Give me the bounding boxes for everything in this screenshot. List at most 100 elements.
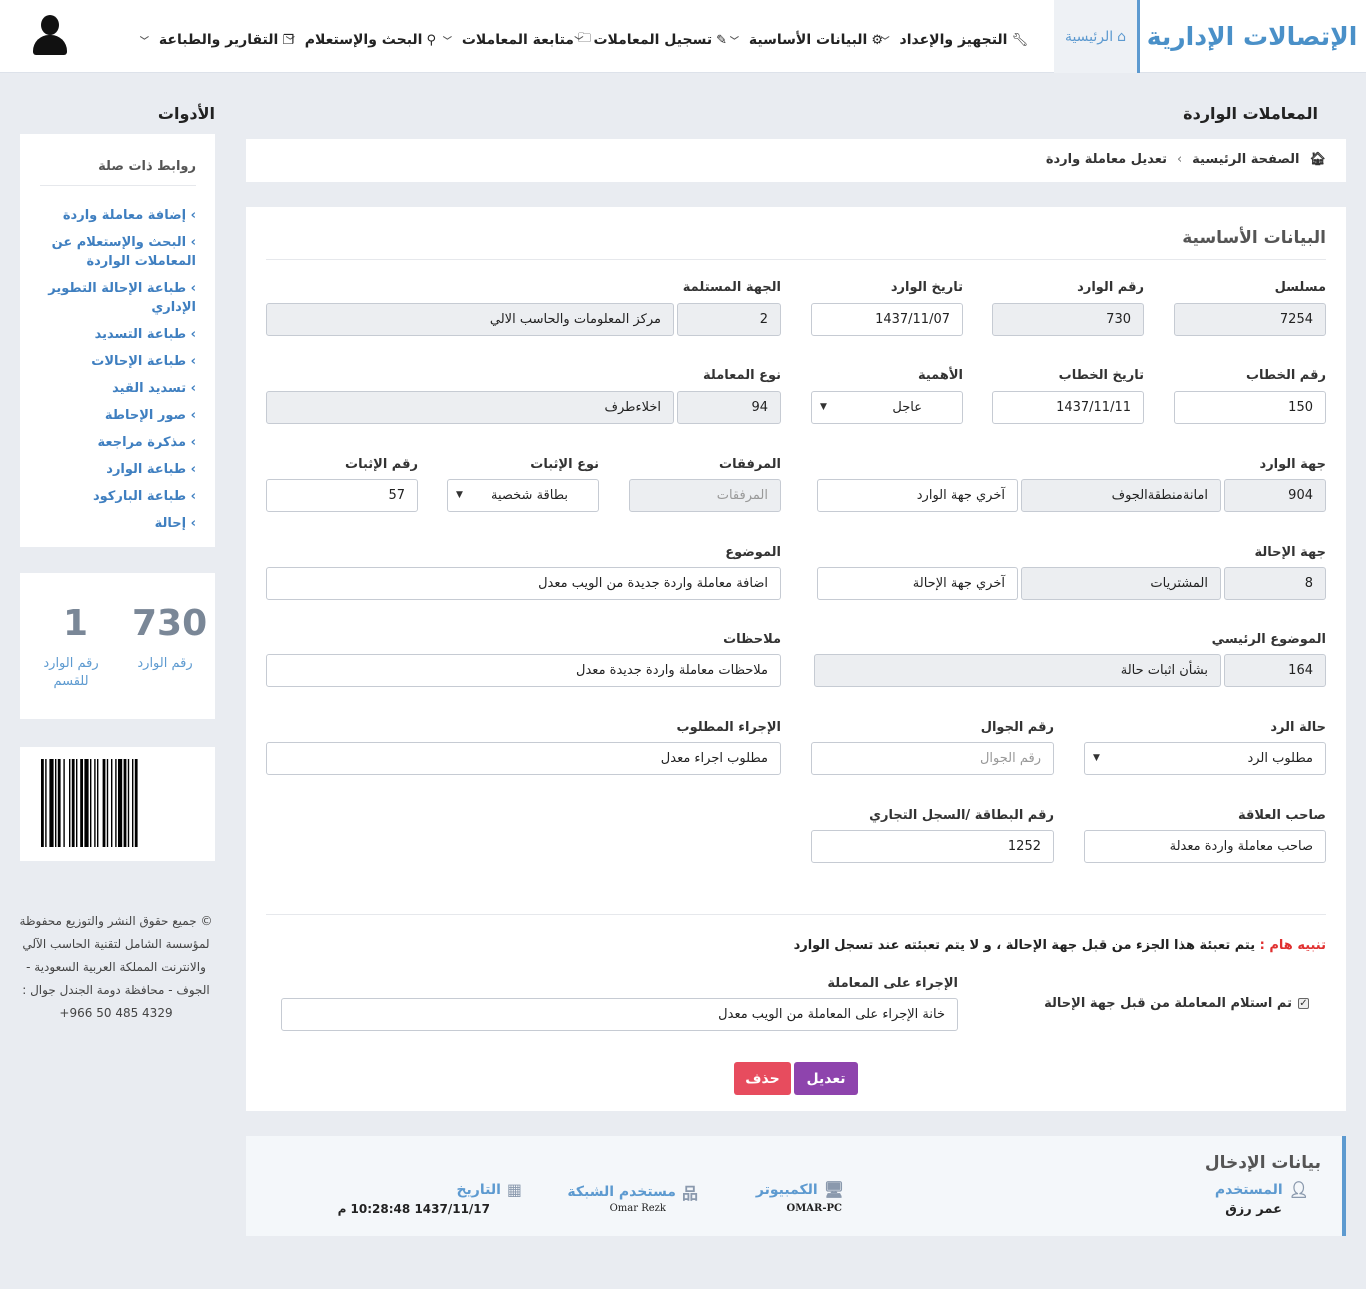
- entry-computer: 🖥︎ الكمبيوتر: [756, 1180, 844, 1199]
- sidebar-link-settle-entry[interactable]: › تسديد القيد: [36, 379, 196, 398]
- home-icon: 🏠︎: [1309, 152, 1326, 167]
- nav-reports[interactable]: ❐ التقارير والطباعة ﹀: [140, 30, 294, 50]
- nav-follow-up[interactable]: 🗀 متابعة المعاملات ﹀: [443, 30, 591, 50]
- proof-type-select[interactable]: بطاقة شخصية ▼: [447, 479, 599, 512]
- incoming-no-field[interactable]: 730: [992, 303, 1144, 336]
- breadcrumb: 🏠︎ الصفحة الرئيسية › تعديل معاملة واردة: [246, 139, 1346, 182]
- notes-field[interactable]: ملاحظات معاملة واردة جديدة معدل: [266, 654, 781, 687]
- incoming-party-code[interactable]: 904: [1224, 479, 1326, 512]
- edit-button[interactable]: تعديل: [794, 1062, 858, 1095]
- entry-network-value: Omar Rezk: [609, 1203, 666, 1214]
- main-subject-name[interactable]: بشأن اثبات حالة: [814, 654, 1221, 687]
- last-incoming-party-field[interactable]: آخري جهة الوارد: [817, 479, 1018, 512]
- sidebar-link-add-incoming[interactable]: › إضافة معاملة واردة: [36, 206, 196, 225]
- page-title: المعاملات الواردة: [1183, 104, 1318, 123]
- related-links-card: روابط ذات صلة › إضافة معاملة واردة › الب…: [20, 134, 215, 547]
- footer-copyright: © جميع حقوق النشر والتوزيع محفوظة لمؤسسة…: [19, 914, 213, 1020]
- stat-dept-number: 1: [63, 603, 89, 644]
- sidebar-link-referral[interactable]: › إحالة: [36, 514, 196, 533]
- sidebar-link-print-settlement[interactable]: › طباعة التسديد: [36, 325, 196, 344]
- sidebar-link-briefing-copies[interactable]: › صور الإحاطة: [36, 406, 196, 425]
- reply-status-select[interactable]: مطلوب الرد ▼: [1084, 742, 1326, 775]
- related-links-title: روابط ذات صلة: [98, 159, 196, 174]
- breadcrumb-current: تعديل معاملة واردة: [1045, 152, 1167, 167]
- chevron-down-icon: ﹀: [139, 36, 149, 47]
- main-subject-code[interactable]: 164: [1224, 654, 1326, 687]
- app-logo[interactable]: الإتصالات الإدارية: [1138, 0, 1366, 73]
- entry-user-value: عمر رزق: [1225, 1202, 1282, 1217]
- mobile-field[interactable]: رقم الجوال: [811, 742, 1054, 775]
- owner-label: صاحب العلاقة: [1237, 808, 1326, 823]
- subject-field[interactable]: اضافة معاملة واردة جديدة من الويب معدل: [266, 567, 781, 600]
- notes-label: ملاحظات: [723, 632, 781, 647]
- action-taken-label: الإجراء على المعاملة: [827, 976, 958, 991]
- letter-no-field[interactable]: 150: [1174, 391, 1326, 424]
- attachments-field[interactable]: المرفقات: [629, 479, 781, 512]
- referral-party-code[interactable]: 8: [1224, 567, 1326, 600]
- required-action-label: الإجراء المطلوب: [676, 720, 781, 735]
- notice-prefix: تنبيه هام :: [1259, 938, 1326, 953]
- nav-basic-data[interactable]: ⚙ البيانات الأساسية ﹀: [730, 30, 883, 50]
- proof-type-label: نوع الإثبات: [530, 457, 599, 472]
- serial-field[interactable]: 7254: [1174, 303, 1326, 336]
- nav-basic-data-label: البيانات الأساسية: [748, 32, 868, 48]
- entry-info-card: بيانات الإدخال 👤︎ المستخدم عمر رزق 🖥︎ ال…: [246, 1136, 1346, 1236]
- action-taken-field[interactable]: خانة الإجراء على المعاملة من الويب معدل: [281, 998, 958, 1031]
- wrench-icon: 🔧︎: [1011, 32, 1028, 48]
- mobile-label: رقم الجوال: [980, 720, 1054, 735]
- sidebar-link-print-referrals[interactable]: › طباعة الإحالات: [36, 352, 196, 371]
- nav-setup[interactable]: 🔧︎ التجهيز والإعداد ﹀: [881, 30, 1029, 50]
- section-title: البيانات الأساسية: [1182, 228, 1326, 248]
- stat-dept-label: رقم الوارد للقسم: [43, 656, 99, 689]
- delete-button[interactable]: حذف: [734, 1062, 791, 1095]
- letter-date-field[interactable]: 1437/11/11: [992, 391, 1144, 424]
- main-form-card: البيانات الأساسية مسلسل 7254 رقم الوارد …: [246, 207, 1346, 1111]
- owner-field[interactable]: صاحب معاملة واردة معدلة: [1084, 830, 1326, 863]
- user-icon: 👤︎: [1288, 1180, 1309, 1199]
- monitor-icon: 🖥︎: [823, 1180, 844, 1199]
- sidebar-link-print-referral-dev[interactable]: › طباعة الإحالة التطوير الإداري: [36, 279, 196, 317]
- receiving-party-name[interactable]: مركز المعلومات والحاسب الالي: [266, 303, 674, 336]
- id-no-field[interactable]: 1252: [811, 830, 1054, 863]
- proof-no-field[interactable]: 57: [266, 479, 418, 512]
- chevron-down-icon: ﹀: [729, 36, 739, 47]
- entry-user-label: المستخدم: [1214, 1181, 1283, 1198]
- subject-label: الموضوع: [725, 545, 781, 560]
- nav-home-label: الرئيسية: [1064, 28, 1114, 45]
- sidebar-link-review-memo[interactable]: › مذكرة مراجعة: [36, 433, 196, 452]
- sidebar-link-search-incoming[interactable]: › البحث والإستعلام عن المعاملات الواردة: [36, 233, 196, 271]
- caret-down-icon: ▼: [456, 490, 463, 500]
- entry-title: بيانات الإدخال: [1204, 1153, 1321, 1173]
- user-avatar-icon[interactable]: [32, 15, 68, 57]
- entry-network-label: مستخدم الشبكة: [567, 1184, 676, 1200]
- notice-body: يتم تعبئة هذا الجزء من قبل جهة الإحالة ،…: [793, 938, 1256, 953]
- nav-setup-label: التجهيز والإعداد: [899, 32, 1008, 48]
- incoming-party-name[interactable]: امانةمنطقةالجوف: [1021, 479, 1221, 512]
- required-action-field[interactable]: مطلوب اجراء معدل: [266, 742, 781, 775]
- nav-register[interactable]: ✎ تسجيل المعاملات ﹀: [574, 30, 727, 50]
- importance-select[interactable]: عاجل ▼: [811, 391, 963, 424]
- sidebar-link-print-incoming[interactable]: › طباعة الوارد: [36, 460, 196, 479]
- attachments-label: المرفقات: [719, 457, 781, 472]
- nav-register-label: تسجيل المعاملات: [593, 32, 713, 48]
- entry-date: ▦ التاريخ: [456, 1180, 522, 1199]
- received-checkbox[interactable]: ✓: [1298, 998, 1309, 1009]
- divider: [266, 259, 1326, 260]
- sidebar-link-print-barcode[interactable]: › طباعة الباركود: [36, 487, 196, 506]
- receiving-party-code[interactable]: 2: [677, 303, 781, 336]
- gear-icon: ⚙: [871, 32, 883, 48]
- nav-search[interactable]: ⚲ البحث والإستعلام ﹀: [286, 30, 436, 50]
- referral-party-name[interactable]: المشتريات: [1021, 567, 1221, 600]
- nav-reports-label: التقارير والطباعة: [158, 32, 279, 48]
- entry-user: 👤︎ المستخدم: [1215, 1180, 1309, 1199]
- received-checkbox-row[interactable]: ✓ تم استلام المعاملة من قبل جهة الإحالة: [1044, 996, 1309, 1011]
- entry-network: 品 مستخدم الشبكة: [567, 1180, 698, 1204]
- transaction-type-code[interactable]: 94: [677, 391, 781, 424]
- nav-home[interactable]: ⌂ الرئيسية: [1054, 0, 1137, 73]
- last-referral-party-field[interactable]: آخري جهة الإحالة: [817, 567, 1018, 600]
- sitemap-icon: 品: [681, 1184, 698, 1203]
- transaction-type-name[interactable]: اخلاءطرف: [266, 391, 674, 424]
- incoming-date-field[interactable]: 1437/11/07: [811, 303, 963, 336]
- notice-text: تنبيه هام : يتم تعبئة هذا الجزء من قبل ج…: [794, 938, 1326, 953]
- breadcrumb-home[interactable]: الصفحة الرئيسية: [1192, 152, 1299, 167]
